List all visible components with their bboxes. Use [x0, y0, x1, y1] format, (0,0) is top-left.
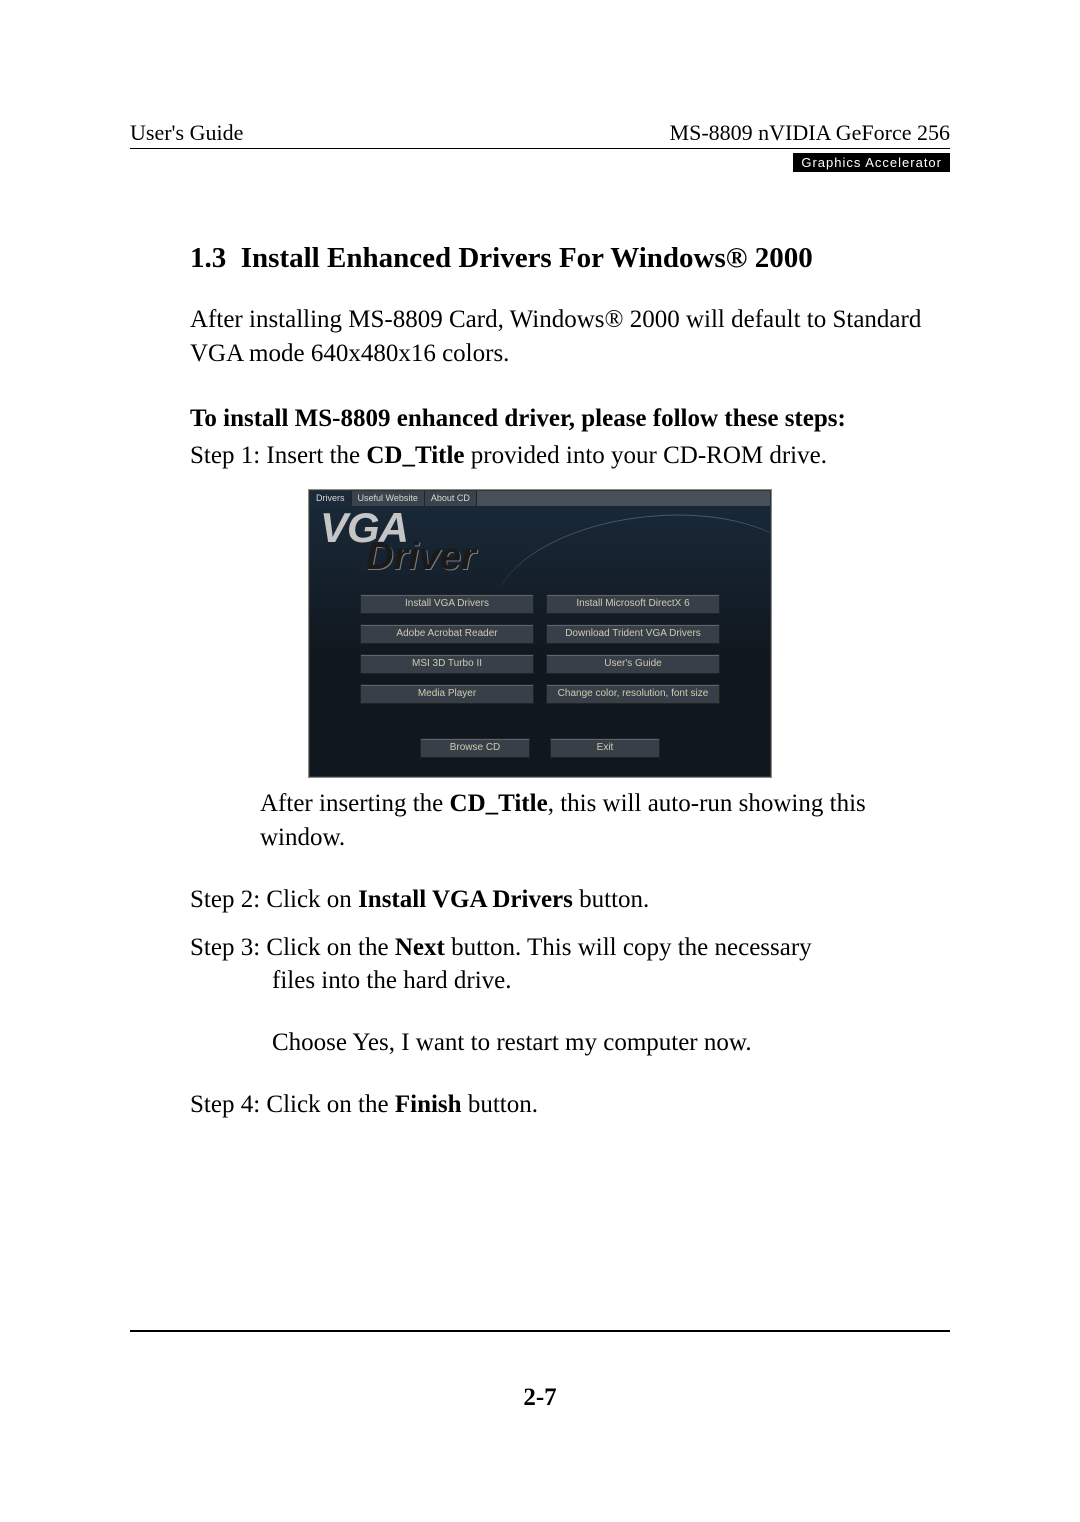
step-4: Step 4: Click on the Finish button.	[190, 1088, 950, 1122]
installer-tabs: Drivers Useful Website About CD	[310, 491, 770, 506]
page-number: 2-7	[0, 1384, 1080, 1412]
header-right: MS-8809 nVIDIA GeForce 256	[670, 120, 950, 146]
installer-logo: VGA Driver	[310, 506, 770, 586]
users-guide-button[interactable]: User's Guide	[546, 654, 720, 674]
step-2: Step 2: Click on Install VGA Drivers but…	[190, 883, 950, 917]
instruction-heading: To install MS-8809 enhanced driver, plea…	[190, 405, 950, 433]
swoosh-decoration	[486, 506, 770, 586]
adobe-acrobat-button[interactable]: Adobe Acrobat Reader	[360, 624, 534, 644]
installer-bottom-row: Browse CD Exit	[420, 738, 660, 758]
logo-driver: Driver	[366, 536, 476, 579]
msi-3d-turbo-button[interactable]: MSI 3D Turbo II	[360, 654, 534, 674]
step-1: Step 1: Insert the CD_Title provided int…	[190, 439, 950, 473]
step-3-line2: files into the hard drive.	[190, 964, 950, 998]
header-left: User's Guide	[130, 120, 243, 146]
step-3-line3: Choose Yes, I want to restart my compute…	[190, 1026, 950, 1060]
tab-useful-website[interactable]: Useful Website	[352, 491, 425, 506]
section-title-text: Install Enhanced Drivers For Windows® 20…	[241, 242, 813, 274]
exit-button[interactable]: Exit	[550, 738, 660, 758]
browse-cd-button[interactable]: Browse CD	[420, 738, 530, 758]
graphics-accelerator-badge: Graphics Accelerator	[793, 153, 950, 172]
installer-button-grid: Install VGA Drivers Install Microsoft Di…	[360, 594, 720, 704]
download-trident-button[interactable]: Download Trident VGA Drivers	[546, 624, 720, 644]
change-color-button[interactable]: Change color, resolution, font size	[546, 684, 720, 704]
page-header: User's Guide MS-8809 nVIDIA GeForce 256	[130, 120, 950, 149]
footer-rule	[130, 1330, 950, 1332]
figure-caption: After inserting the CD_Title, this will …	[260, 787, 890, 855]
installer-screenshot: Drivers Useful Website About CD VGA Driv…	[309, 490, 771, 777]
install-vga-drivers-button[interactable]: Install VGA Drivers	[360, 594, 534, 614]
tab-drivers[interactable]: Drivers	[310, 491, 352, 506]
media-player-button[interactable]: Media Player	[360, 684, 534, 704]
section-number: 1.3	[190, 242, 226, 274]
install-directx-button[interactable]: Install Microsoft DirectX 6	[546, 594, 720, 614]
intro-paragraph: After installing MS-8809 Card, Windows® …	[190, 303, 950, 371]
manual-page: User's Guide MS-8809 nVIDIA GeForce 256 …	[0, 0, 1080, 1522]
section-heading: 1.3 Install Enhanced Drivers For Windows…	[190, 242, 950, 275]
tab-about-cd[interactable]: About CD	[425, 491, 477, 506]
header-badge-row: Graphics Accelerator	[130, 153, 950, 172]
step-3: Step 3: Click on the Next button. This w…	[190, 931, 950, 1060]
